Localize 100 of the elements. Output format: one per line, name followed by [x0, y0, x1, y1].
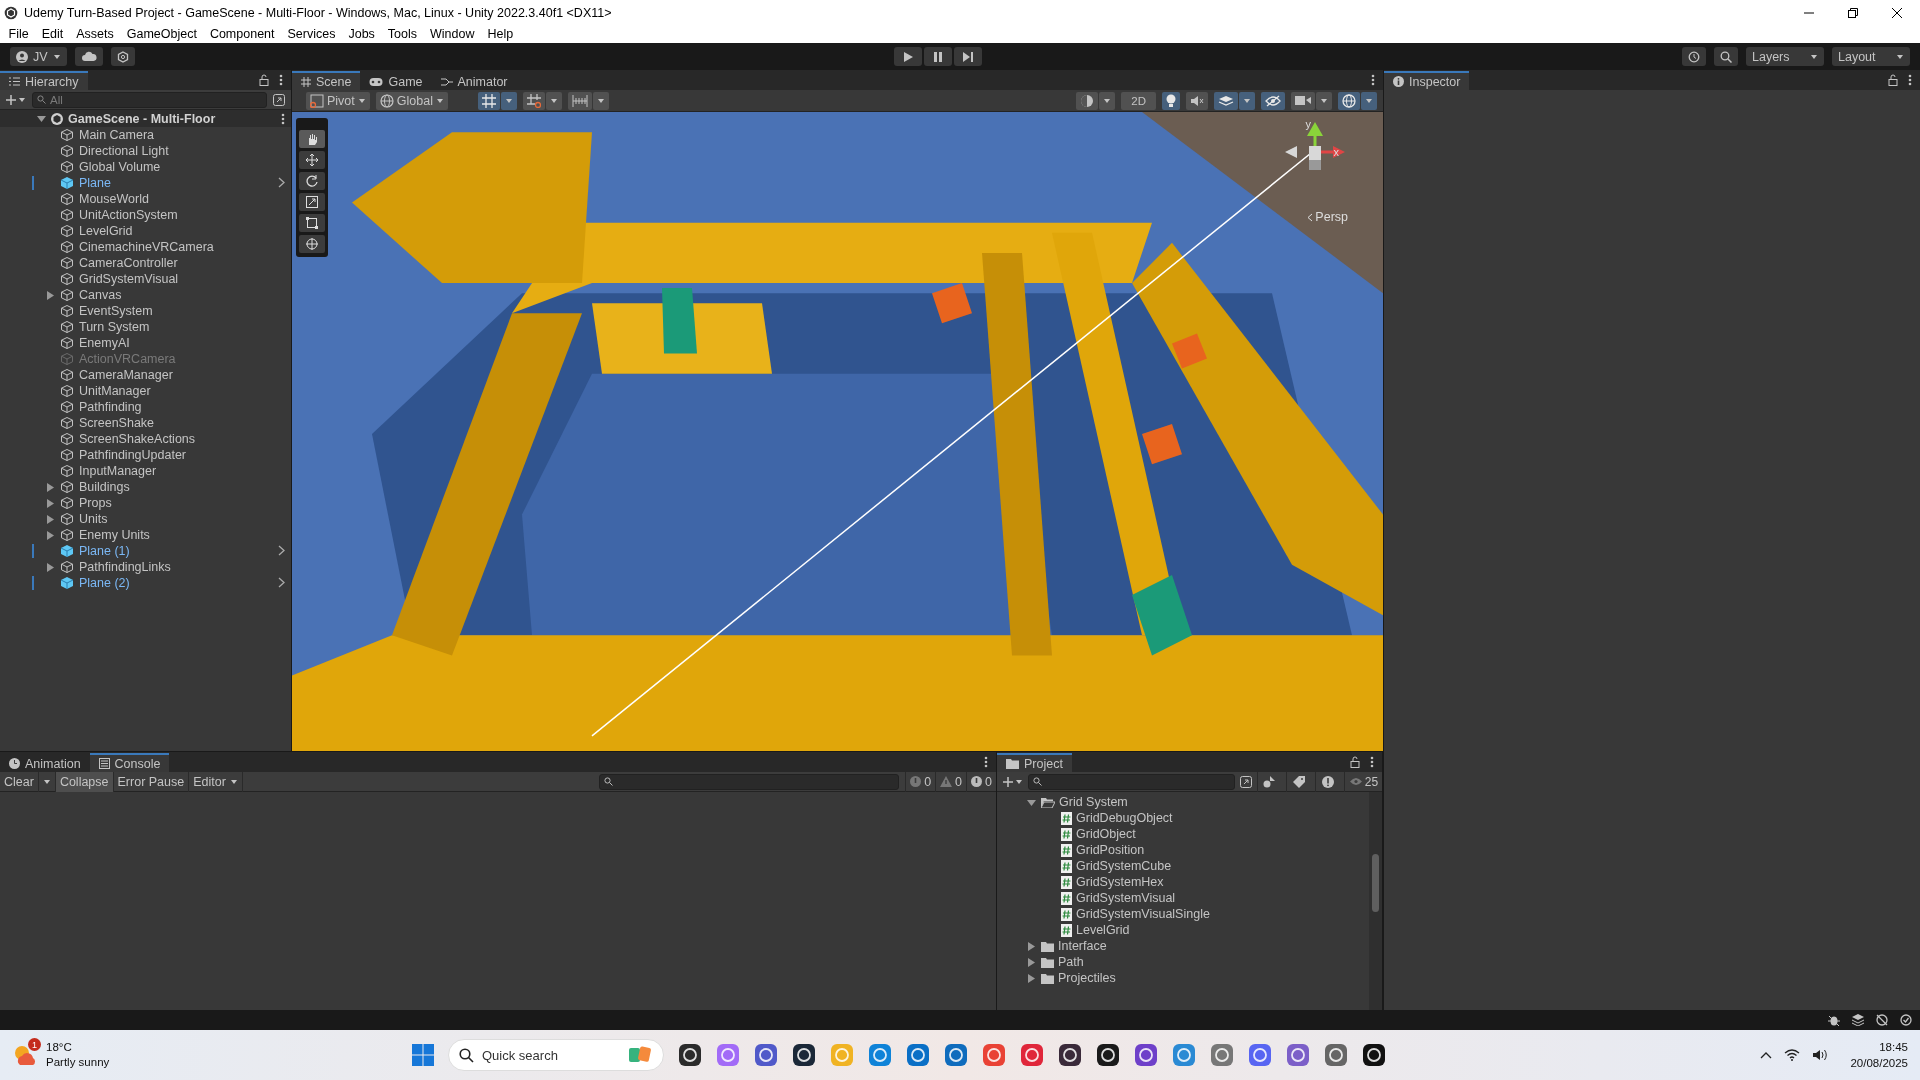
script-item[interactable]: GridPosition — [997, 842, 1366, 858]
menu-item[interactable]: Assets — [69, 27, 121, 41]
hand-tool-icon[interactable] — [299, 130, 325, 148]
view-toggle[interactable] — [1076, 91, 1099, 110]
more-icon[interactable] — [1908, 74, 1912, 86]
view-toggle[interactable] — [1338, 91, 1360, 110]
expanded-arrow-icon[interactable] — [1027, 797, 1036, 807]
menu-item[interactable]: Services — [281, 27, 342, 41]
collapsed-arrow-icon[interactable] — [46, 290, 54, 300]
tab[interactable]: Scene — [292, 71, 361, 90]
hidden-packages-toggle[interactable]: 25 — [1344, 771, 1382, 792]
hierarchy-item[interactable]: Enemy Units — [0, 527, 291, 543]
folder-item[interactable]: Interface — [997, 938, 1366, 954]
services-button[interactable] — [110, 47, 135, 66]
menu-item[interactable]: Tools — [381, 27, 424, 41]
snap-toggle[interactable] — [567, 91, 592, 110]
snap-options-button[interactable] — [592, 91, 609, 110]
tab[interactable]: Game — [360, 71, 432, 90]
script-item[interactable]: GridSystemCube — [997, 858, 1366, 874]
hierarchy-item[interactable]: Plane (1) — [0, 543, 291, 559]
app-icon[interactable] — [678, 1043, 702, 1067]
folder-item[interactable]: Grid System — [997, 794, 1366, 810]
menu-item[interactable]: Edit — [35, 27, 70, 41]
snap-toggle[interactable] — [522, 91, 545, 110]
inspector-tab[interactable]: Inspector — [1384, 71, 1470, 90]
rotate-tool-icon[interactable] — [299, 172, 325, 190]
app-icon[interactable] — [1096, 1043, 1120, 1067]
chevron-right-icon[interactable] — [278, 177, 285, 188]
view-toggle[interactable] — [1291, 91, 1315, 110]
taskbar-search-field[interactable]: Quick search — [448, 1039, 664, 1071]
snap-toggle[interactable] — [477, 91, 500, 110]
space-dropdown[interactable]: Global — [375, 91, 448, 110]
menu-item[interactable]: File — [2, 27, 36, 41]
clock[interactable]: 18:45 20/08/2025 — [1840, 1039, 1908, 1071]
hierarchy-item[interactable]: Directional Light — [0, 143, 291, 159]
maximize-icon[interactable] — [1848, 7, 1858, 18]
hierarchy-item[interactable]: Pathfinding — [0, 399, 291, 415]
view-options-button[interactable] — [1099, 91, 1116, 110]
hierarchy-item[interactable]: EventSystem — [0, 303, 291, 319]
hierarchy-item[interactable]: CameraController — [0, 255, 291, 271]
info-filter-button[interactable]: 0 — [905, 771, 936, 792]
scale-tool-icon[interactable] — [299, 193, 325, 211]
hierarchy-item[interactable]: EnemyAI — [0, 335, 291, 351]
tab[interactable]: Animation — [0, 753, 90, 772]
tab[interactable]: Animator — [431, 71, 517, 90]
script-item[interactable]: GridSystemVisualSingle — [997, 906, 1366, 922]
project-tab[interactable]: Project — [997, 753, 1072, 772]
scene-row[interactable]: GameScene - Multi-Floor — [0, 110, 291, 127]
hierarchy-item[interactable]: GridSystemVisual — [0, 271, 291, 287]
tab[interactable]: Console — [89, 753, 170, 772]
play-button[interactable] — [894, 47, 923, 66]
hierarchy-item[interactable]: UnitManager — [0, 383, 291, 399]
app-icon[interactable] — [1058, 1043, 1082, 1067]
folder-item[interactable]: Path — [997, 954, 1366, 970]
hierarchy-item[interactable]: MouseWorld — [0, 191, 291, 207]
hierarchy-item[interactable]: CinemachineVRCamera — [0, 239, 291, 255]
hierarchy-tab[interactable]: Hierarchy — [0, 71, 88, 90]
hierarchy-item[interactable]: Units — [0, 511, 291, 527]
hierarchy-item[interactable]: LevelGrid — [0, 223, 291, 239]
projection-toggle[interactable]: Persp — [1307, 210, 1348, 224]
more-icon[interactable] — [984, 756, 988, 768]
hierarchy-item[interactable]: CameraManager — [0, 367, 291, 383]
layers-dropdown[interactable]: Layers — [1746, 47, 1824, 66]
lock-icon[interactable] — [1350, 756, 1360, 768]
view-options-button[interactable] — [1239, 91, 1255, 110]
hierarchy-item[interactable]: Plane (2) — [0, 575, 291, 591]
move-tool-icon[interactable] — [299, 151, 325, 169]
view-toggle[interactable] — [1162, 91, 1180, 110]
hierarchy-item[interactable]: PathfindingUpdater — [0, 447, 291, 463]
more-icon[interactable] — [279, 74, 283, 86]
menu-item[interactable]: Component — [203, 27, 281, 41]
pause-button[interactable] — [924, 47, 953, 66]
folder-item[interactable]: Projectiles — [997, 970, 1366, 986]
pivot-dropdown[interactable]: Pivot — [306, 91, 370, 110]
volume-icon[interactable] — [1812, 1049, 1829, 1061]
view-toggle[interactable] — [1214, 91, 1238, 110]
add-button[interactable] — [6, 94, 26, 105]
hierarchy-item[interactable]: ScreenShakeActions — [0, 431, 291, 447]
hierarchy-item[interactable]: Plane — [0, 175, 291, 191]
console-button[interactable]: Clear — [0, 771, 39, 792]
hierarchy-item[interactable]: Canvas — [0, 287, 291, 303]
app-icon[interactable] — [1362, 1043, 1386, 1067]
view-toggle[interactable]: 2D — [1121, 91, 1156, 110]
lock-icon[interactable] — [1888, 74, 1898, 86]
menu-item[interactable]: GameObject — [120, 27, 204, 41]
warning-filter-button[interactable]: 0 — [935, 771, 967, 792]
chevron-right-icon[interactable] — [278, 577, 285, 588]
hierarchy-item[interactable]: Buildings — [0, 479, 291, 495]
step-button[interactable] — [954, 47, 983, 66]
view-toggle[interactable] — [1261, 91, 1285, 110]
history-button[interactable] — [1682, 47, 1706, 66]
view-options-button[interactable] — [1361, 91, 1377, 110]
windows-start-icon[interactable] — [412, 1044, 434, 1066]
console-button[interactable]: Error Pause — [113, 771, 190, 792]
account-dropdown[interactable]: JV — [10, 47, 67, 66]
more-icon[interactable] — [1370, 756, 1374, 768]
hierarchy-item[interactable]: ScreenShake — [0, 415, 291, 431]
expand-icon[interactable] — [273, 93, 285, 106]
close-icon[interactable] — [1892, 7, 1902, 18]
chevron-right-icon[interactable] — [278, 545, 285, 556]
